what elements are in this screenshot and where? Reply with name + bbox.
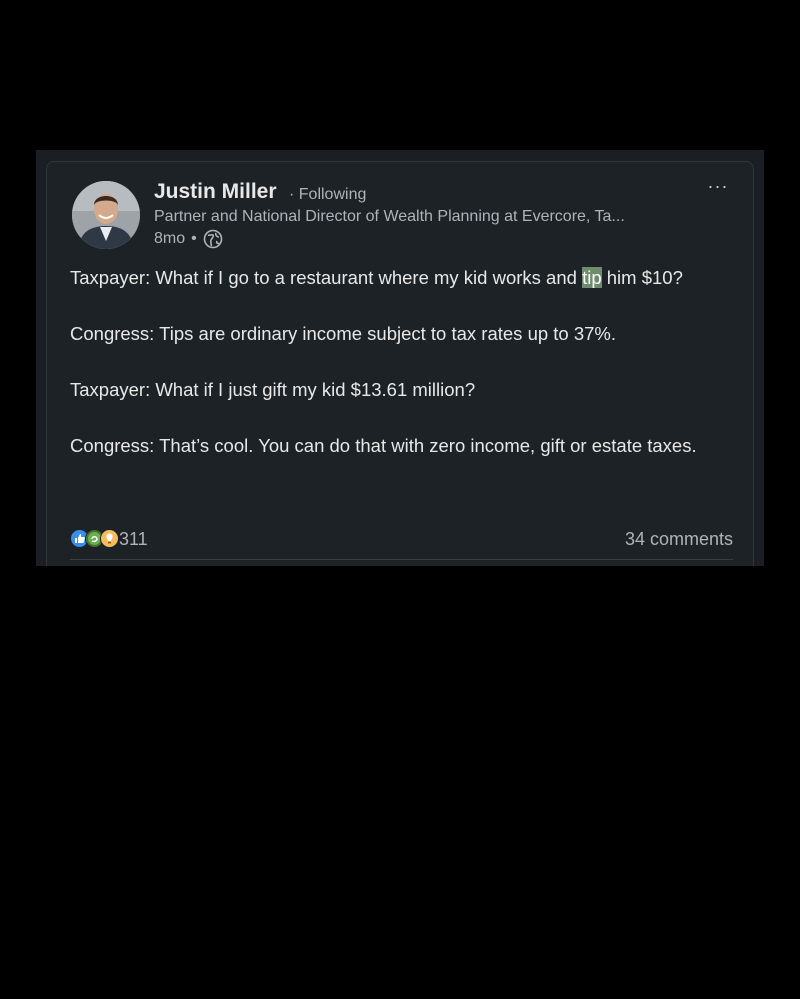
comments-count-link[interactable]: 34 comments <box>625 529 733 550</box>
divider <box>70 559 733 560</box>
highlighted-word: tip <box>582 267 602 288</box>
post-paragraph-2: Congress: Tips are ordinary income subje… <box>70 323 617 344</box>
avatar[interactable] <box>72 181 140 249</box>
meta-separator: • <box>191 230 197 247</box>
post-text: Taxpayer: What if I go to a restaurant w… <box>70 264 720 488</box>
post-paragraph-3: Taxpayer: What if I just gift my kid $13… <box>70 379 476 400</box>
avatar-photo <box>72 181 140 249</box>
post-meta: 8mo • <box>154 229 223 249</box>
insightful-icon <box>100 529 120 549</box>
social-counts: 311 34 comments <box>70 526 733 552</box>
post-time: 8mo <box>154 230 186 247</box>
post-paragraph-1: Taxpayer: What if I go to a restaurant w… <box>70 267 683 288</box>
reactions-summary[interactable]: 311 <box>70 529 148 550</box>
post-paragraph-4: Congress: That’s cool. You can do that w… <box>70 435 697 456</box>
more-options-button[interactable]: ··· <box>703 176 733 202</box>
reaction-icons <box>70 529 120 549</box>
reaction-count: 311 <box>119 528 148 549</box>
author-name[interactable]: Justin Miller <box>154 180 277 204</box>
post-card: Justin Miller · Following Partner and Na… <box>46 161 754 566</box>
author-headline: Partner and National Director of Wealth … <box>154 208 625 225</box>
globe-icon <box>203 229 223 249</box>
screenshot-frame: Justin Miller · Following Partner and Na… <box>36 150 764 566</box>
follow-status: · Following <box>289 186 367 203</box>
